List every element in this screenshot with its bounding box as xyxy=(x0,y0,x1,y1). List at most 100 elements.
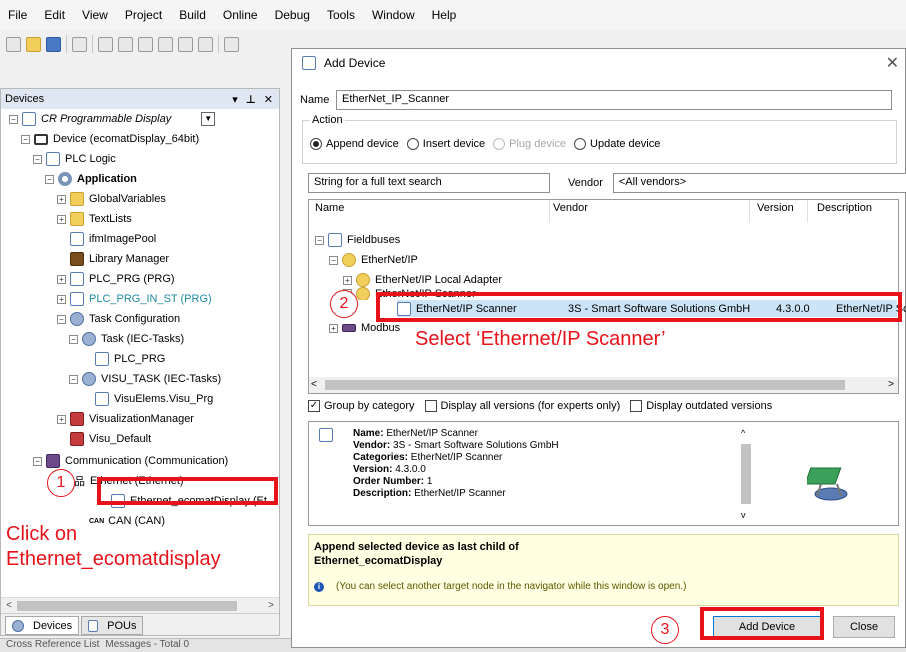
expand-icon[interactable]: + xyxy=(329,323,338,333)
collapse-icon[interactable]: − xyxy=(33,154,42,164)
tree-item-textlists[interactable]: + TextLists xyxy=(57,209,132,229)
expand-icon[interactable]: + xyxy=(57,294,66,304)
scroll-left-icon[interactable]: < xyxy=(1,598,17,614)
column-divider[interactable] xyxy=(807,200,808,222)
tree-item-plc-prg[interactable]: + PLC_PRG (PRG) xyxy=(57,269,175,289)
tree-item-library-manager[interactable]: Library Manager xyxy=(70,249,169,269)
column-header-description[interactable]: Description xyxy=(817,202,872,214)
tab-cross-reference[interactable]: Cross Reference List xyxy=(6,639,99,652)
scroll-down-icon[interactable]: v xyxy=(741,510,746,520)
print-icon[interactable] xyxy=(72,36,87,52)
menu-help[interactable]: Help xyxy=(432,8,457,22)
find-icon[interactable] xyxy=(224,36,239,52)
menu-file[interactable]: File xyxy=(8,8,27,22)
dropdown-icon[interactable]: ▾ xyxy=(232,94,238,106)
scroll-right-icon[interactable]: > xyxy=(263,598,279,614)
menu-build[interactable]: Build xyxy=(179,8,206,22)
save-icon[interactable] xyxy=(46,36,61,52)
close-icon[interactable]: ✕ xyxy=(886,53,899,73)
tree-item-communication[interactable]: − Communication (Communication) xyxy=(33,451,228,471)
tree-item-device[interactable]: − Device (ecomatDisplay_64bit) xyxy=(21,129,199,149)
vendor-select[interactable]: <All vendors>⌄ xyxy=(612,173,906,193)
column-header-name[interactable]: Name xyxy=(315,202,344,214)
close-button[interactable]: Close xyxy=(833,616,895,638)
close-icon[interactable]: ✕ xyxy=(264,94,273,106)
radio-selected-icon[interactable] xyxy=(310,138,322,150)
menu-view[interactable]: View xyxy=(82,8,108,22)
menu-edit[interactable]: Edit xyxy=(44,8,65,22)
tree-item-project[interactable]: − CR Programmable Display ▼ xyxy=(9,109,216,129)
column-header-vendor[interactable]: Vendor xyxy=(553,202,588,214)
tree-item-task-configuration[interactable]: − Task Configuration xyxy=(57,309,180,329)
menu-window[interactable]: Window xyxy=(372,8,415,22)
expand-icon[interactable]: + xyxy=(57,214,66,224)
scroll-up-icon[interactable]: ^ xyxy=(741,428,745,438)
checkbox-display-outdated[interactable]: Display outdated versions xyxy=(630,400,772,412)
info-vertical-scrollbar[interactable]: ^ v xyxy=(739,428,753,520)
scroll-thumb[interactable] xyxy=(741,444,751,504)
paste-icon[interactable] xyxy=(178,36,193,52)
expand-icon[interactable]: + xyxy=(57,274,66,284)
radio-insert-device[interactable]: Insert device xyxy=(406,138,485,150)
list-item-ethernet-ip[interactable]: − EtherNet/IP xyxy=(329,250,418,270)
copy-icon[interactable] xyxy=(158,36,173,52)
radio-icon[interactable] xyxy=(406,138,419,150)
menu-online[interactable]: Online xyxy=(223,8,258,22)
tree-item-visu-task[interactable]: − VISU_TASK (IEC-Tasks) xyxy=(69,369,221,389)
tab-messages[interactable]: Messages - Total 0 xyxy=(105,639,189,652)
menu-project[interactable]: Project xyxy=(125,8,162,22)
open-folder-icon[interactable] xyxy=(26,36,41,52)
collapse-icon[interactable]: − xyxy=(33,456,42,466)
new-icon[interactable] xyxy=(6,36,21,52)
scroll-left-icon[interactable]: < xyxy=(311,377,317,393)
collapse-icon[interactable]: − xyxy=(9,114,18,124)
list-item-fieldbuses[interactable]: − Fieldbuses xyxy=(315,230,400,250)
tree-item-task[interactable]: − Task (IEC-Tasks) xyxy=(69,329,184,349)
search-input[interactable]: String for a full text search xyxy=(308,173,550,193)
column-header-version[interactable]: Version xyxy=(757,202,794,214)
collapse-icon[interactable]: − xyxy=(315,235,324,245)
tree-item-plc-prg-in-st[interactable]: + PLC_PRG_IN_ST (PRG) xyxy=(57,289,212,309)
cut-icon[interactable] xyxy=(138,36,153,52)
devices-horizontal-scrollbar[interactable]: < > xyxy=(1,597,279,613)
collapse-icon[interactable]: − xyxy=(329,255,338,265)
checkbox-icon[interactable] xyxy=(424,400,437,412)
column-divider[interactable] xyxy=(749,200,750,222)
undo-icon[interactable] xyxy=(98,36,113,52)
collapse-icon[interactable]: − xyxy=(57,314,66,324)
chevron-down-icon[interactable]: ▼ xyxy=(201,112,216,126)
tab-pous[interactable]: POUs xyxy=(81,616,144,635)
radio-append-device[interactable]: Append device xyxy=(310,138,399,150)
collapse-icon[interactable]: − xyxy=(21,134,30,144)
scroll-thumb[interactable] xyxy=(17,601,237,611)
collapse-icon[interactable]: − xyxy=(69,374,78,384)
scroll-thumb[interactable] xyxy=(325,380,845,390)
column-divider[interactable] xyxy=(549,200,550,222)
tree-item-plc-logic[interactable]: − PLC Logic xyxy=(33,149,116,169)
redo-icon[interactable] xyxy=(118,36,133,52)
tree-item-visu-default[interactable]: Visu_Default xyxy=(70,429,151,449)
tree-item-plc-prg-call[interactable]: PLC_PRG xyxy=(95,349,165,369)
menu-tools[interactable]: Tools xyxy=(327,8,355,22)
expand-icon[interactable]: + xyxy=(343,275,352,285)
pin-icon[interactable]: ⊥ xyxy=(246,94,256,106)
collapse-icon[interactable]: − xyxy=(45,174,54,184)
scroll-right-icon[interactable]: > xyxy=(888,377,894,393)
tree-item-globalvariables[interactable]: + GlobalVariables xyxy=(57,189,166,209)
expand-icon[interactable]: + xyxy=(57,194,66,204)
checkbox-icon[interactable] xyxy=(630,400,643,412)
name-field[interactable]: EtherNet_IP_Scanner xyxy=(336,90,892,110)
menu-debug[interactable]: Debug xyxy=(275,8,310,22)
delete-icon[interactable] xyxy=(198,36,213,52)
collapse-icon[interactable]: − xyxy=(69,334,78,344)
tree-item-visuelems[interactable]: VisuElems.Visu_Prg xyxy=(95,389,213,409)
tab-devices[interactable]: Devices xyxy=(5,616,80,635)
expand-icon[interactable]: + xyxy=(57,414,66,424)
radio-update-device[interactable]: Update device xyxy=(574,138,660,150)
tree-item-ifmimagepool[interactable]: ifmImagePool xyxy=(70,229,156,249)
radio-icon[interactable] xyxy=(574,138,587,150)
list-horizontal-scrollbar[interactable]: < > xyxy=(309,377,898,393)
tree-item-application[interactable]: − Application xyxy=(45,169,137,189)
tree-item-visualizationmanager[interactable]: + VisualizationManager xyxy=(57,409,194,429)
checkbox-group-by-category[interactable]: ✓ Group by category xyxy=(308,400,415,412)
